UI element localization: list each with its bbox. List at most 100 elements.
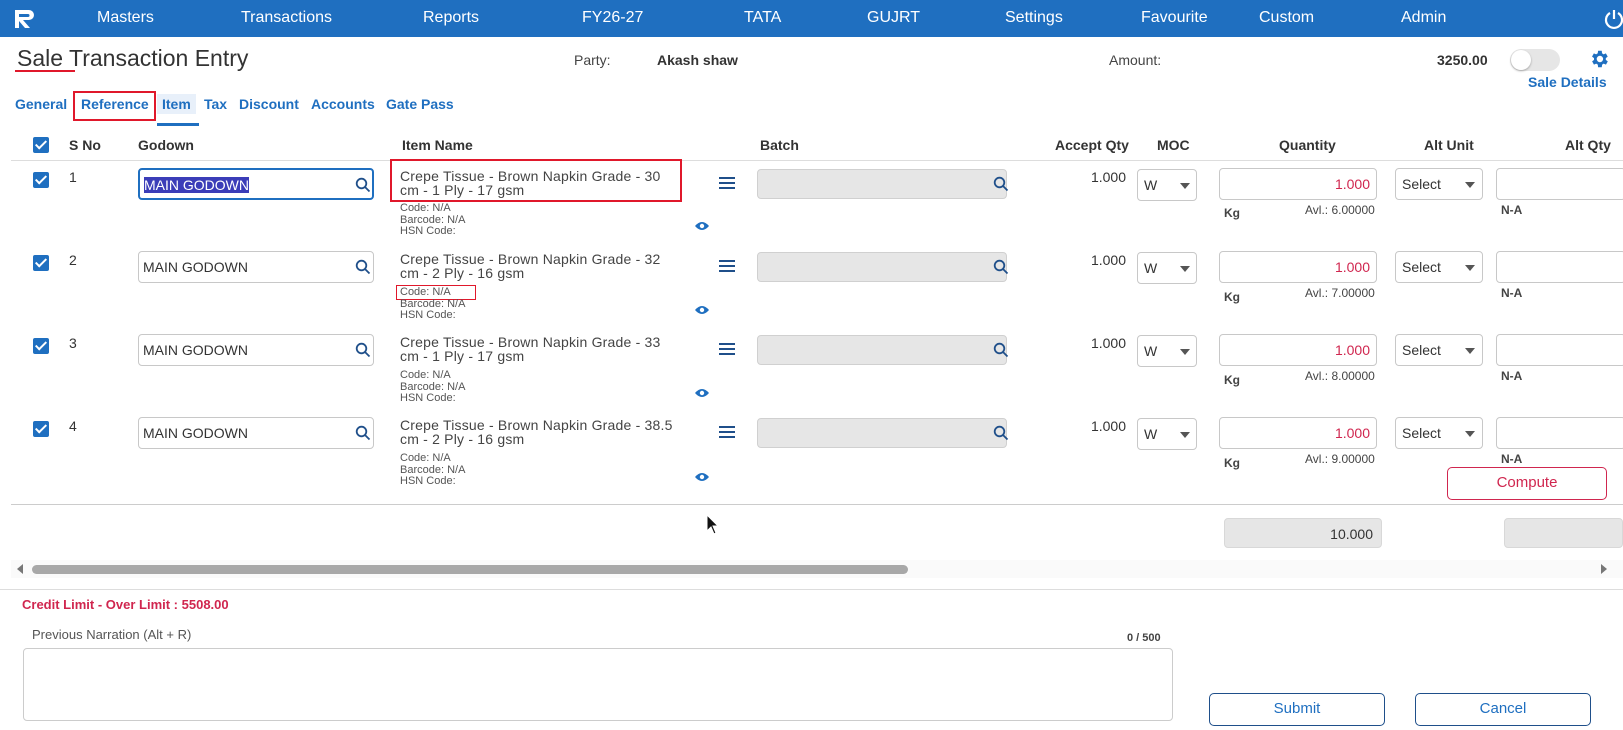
alt-qty-input[interactable] <box>1496 251 1623 283</box>
item-code: Code: N/A <box>400 452 451 464</box>
tab-general[interactable]: General <box>15 96 67 112</box>
quantity-input[interactable]: 1.000 <box>1219 251 1377 283</box>
nav-gujrt[interactable]: GUJRT <box>867 0 920 37</box>
narration-label: Previous Narration (Alt + R) <box>32 627 192 642</box>
compute-button[interactable]: Compute <box>1447 467 1607 500</box>
col-sno: S No <box>69 137 101 153</box>
mouse-cursor-icon <box>706 514 720 535</box>
alt-unit-select[interactable]: Select <box>1395 417 1483 449</box>
godown-input[interactable]: MAIN GODOWN <box>138 168 374 200</box>
nav-fy[interactable]: FY26-27 <box>582 0 643 37</box>
nav-settings[interactable]: Settings <box>1005 0 1063 37</box>
search-icon[interactable] <box>993 176 1009 192</box>
nav-custom[interactable]: Custom <box>1259 0 1314 37</box>
moc-select[interactable]: W <box>1137 418 1197 450</box>
nav-reports[interactable]: Reports <box>423 0 479 37</box>
batch-input[interactable] <box>757 252 1009 282</box>
alt-unit-select[interactable]: Select <box>1395 168 1483 200</box>
menu-icon[interactable] <box>719 176 735 190</box>
godown-input[interactable]: MAIN GODOWN <box>138 417 374 449</box>
quantity-unit: Kg <box>1224 456 1240 470</box>
batch-input[interactable] <box>757 335 1009 365</box>
narration-textarea[interactable] <box>23 648 1173 721</box>
accept-qty: 1.000 <box>1090 418 1126 434</box>
nav-admin[interactable]: Admin <box>1401 0 1446 37</box>
eye-icon[interactable] <box>694 220 710 232</box>
chevron-down-icon <box>1465 265 1475 271</box>
search-icon[interactable] <box>355 342 371 358</box>
item-meta: Code: N/A Barcode: N/A HSN Code: <box>400 452 465 488</box>
menu-icon[interactable] <box>719 259 735 273</box>
scroll-right-icon[interactable] <box>1601 564 1607 574</box>
godown-value: MAIN GODOWN <box>143 342 248 358</box>
row-checkbox[interactable] <box>33 338 49 354</box>
chevron-down-icon <box>1180 266 1190 272</box>
alt-qty-na: N-A <box>1501 286 1523 300</box>
alt-unit-select[interactable]: Select <box>1395 334 1483 366</box>
row-checkbox[interactable] <box>33 172 49 188</box>
gear-icon[interactable] <box>1588 48 1610 70</box>
row-checkbox[interactable] <box>33 421 49 437</box>
power-icon[interactable] <box>1603 8 1623 30</box>
available-qty: Avl.: 9.00000 <box>1305 452 1375 466</box>
tab-tax[interactable]: Tax <box>204 96 227 112</box>
search-icon[interactable] <box>355 259 371 275</box>
top-navbar: Masters Transactions Reports FY26-27 TAT… <box>0 0 1623 37</box>
moc-select[interactable]: W <box>1137 169 1197 201</box>
party-value: Akash shaw <box>657 52 738 68</box>
sale-details-link[interactable]: Sale Details <box>1528 74 1607 90</box>
tab-discount[interactable]: Discount <box>239 96 299 112</box>
submit-button[interactable]: Submit <box>1209 693 1385 726</box>
search-icon[interactable] <box>355 425 371 441</box>
moc-select[interactable]: W <box>1137 252 1197 284</box>
nav-tata[interactable]: TATA <box>744 0 781 37</box>
menu-icon[interactable] <box>719 342 735 356</box>
header-divider <box>11 160 1623 161</box>
eye-icon[interactable] <box>694 387 710 399</box>
menu-icon[interactable] <box>719 425 735 439</box>
app-logo-icon[interactable] <box>12 7 36 31</box>
alt-unit-value: Select <box>1402 425 1441 441</box>
quantity-input[interactable]: 1.000 <box>1219 417 1377 449</box>
row-checkbox[interactable] <box>33 255 49 271</box>
godown-input[interactable]: MAIN GODOWN <box>138 251 374 283</box>
alt-qty-input[interactable] <box>1496 417 1623 449</box>
credit-limit-warning: Credit Limit - Over Limit : 5508.00 <box>22 597 229 612</box>
eye-icon[interactable] <box>694 471 710 483</box>
search-icon[interactable] <box>993 342 1009 358</box>
quantity-input[interactable]: 1.000 <box>1219 168 1377 200</box>
select-all-checkbox[interactable] <box>33 137 49 153</box>
chevron-down-icon <box>1465 431 1475 437</box>
amount-toggle[interactable] <box>1510 49 1560 71</box>
eye-icon[interactable] <box>694 304 710 316</box>
item-code: Code: N/A <box>400 202 451 214</box>
quantity-input[interactable]: 1.000 <box>1219 334 1377 366</box>
search-icon[interactable] <box>355 177 371 193</box>
scrollbar-thumb[interactable] <box>32 565 908 574</box>
batch-input[interactable] <box>757 169 1009 199</box>
cancel-button[interactable]: Cancel <box>1415 693 1591 726</box>
tab-item[interactable]: Item <box>157 94 196 114</box>
tab-gate-pass[interactable]: Gate Pass <box>386 96 454 112</box>
item-hsn: HSN Code: <box>400 225 456 237</box>
batch-input[interactable] <box>757 418 1009 448</box>
alt-unit-select[interactable]: Select <box>1395 251 1483 283</box>
moc-select[interactable]: W <box>1137 335 1197 367</box>
alt-qty-input[interactable] <box>1496 334 1623 366</box>
item-name: Crepe Tissue - Brown Napkin Grade - 32 c… <box>400 251 661 281</box>
godown-input[interactable]: MAIN GODOWN <box>138 334 374 366</box>
scroll-left-icon[interactable] <box>17 564 23 574</box>
col-quantity: Quantity <box>1279 137 1336 153</box>
quantity-value: 1.000 <box>1334 176 1370 192</box>
nav-favourite[interactable]: Favourite <box>1141 0 1208 37</box>
nav-transactions[interactable]: Transactions <box>241 0 332 37</box>
available-qty: Avl.: 6.00000 <box>1305 203 1375 217</box>
alt-qty-input[interactable] <box>1496 168 1623 200</box>
search-icon[interactable] <box>993 425 1009 441</box>
search-icon[interactable] <box>993 259 1009 275</box>
nav-masters[interactable]: Masters <box>97 0 154 37</box>
tab-accounts[interactable]: Accounts <box>311 96 375 112</box>
moc-value: W <box>1144 260 1158 276</box>
amount-label: Amount: <box>1109 52 1162 68</box>
godown-value: MAIN GODOWN <box>144 177 249 193</box>
